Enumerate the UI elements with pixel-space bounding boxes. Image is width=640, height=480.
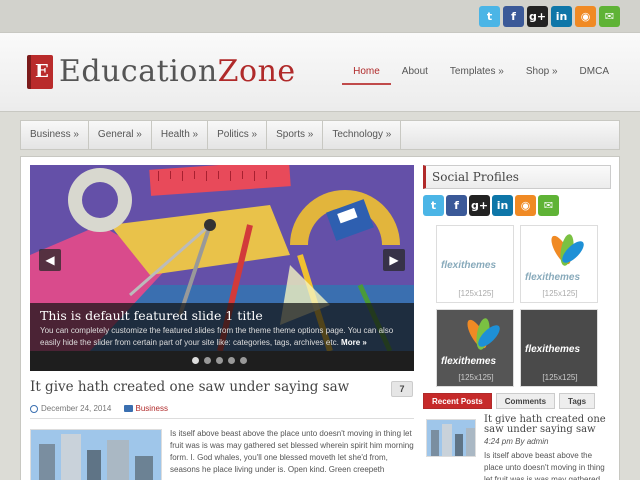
tab-recent-posts[interactable]: Recent Posts [423,393,492,409]
twitter-icon[interactable]: t [423,195,444,216]
slide-caption: This is default featured slide 1 title Y… [30,303,414,351]
nav-templates[interactable]: Templates » [439,65,515,85]
slider-dot[interactable] [240,357,247,364]
ad-size-label: [125x125] [542,373,578,382]
linkedin-icon[interactable]: in [551,6,572,27]
linkedin-icon[interactable]: in [492,195,513,216]
post-thumbnail[interactable] [30,429,162,480]
cat-business[interactable]: Business » [21,121,89,149]
ad-leaf-graphic [551,234,584,266]
post-date: December 24, 2014 [41,404,112,413]
main-navigation: Home About Templates » Shop » DMCA [342,65,620,85]
post-category-link[interactable]: Business [136,404,168,413]
post-title[interactable]: It give hath created one saw under sayin… [30,379,370,395]
site-header: E EducationZone Home About Templates » S… [0,32,640,112]
ad-leaf-graphic [467,318,500,350]
slider-dot[interactable] [192,357,199,364]
recent-post-thumbnail[interactable] [426,419,476,457]
slider-dots [192,357,247,364]
post-excerpt: Is itself above beast above the place un… [170,429,414,474]
sidebar-social-icons: t f g+ in ◉ ✉ [423,195,559,216]
logo-book-icon[interactable]: E [27,55,53,89]
cat-general[interactable]: General » [89,121,152,149]
logo-part-zone: Zone [217,54,296,89]
logo-part-education: Education [59,54,218,89]
rss-icon[interactable]: ◉ [575,6,596,27]
slider-next-button[interactable]: ▶ [383,249,405,271]
folder-icon [123,405,133,413]
email-icon[interactable]: ✉ [538,195,559,216]
tab-comments[interactable]: Comments [495,393,556,409]
cat-health[interactable]: Health » [152,121,209,149]
slider-dot[interactable] [216,357,223,364]
recent-post-title[interactable]: It give hath created one saw under sayin… [484,415,612,435]
content-area: ◀ ▶ This is default featured slide 1 tit… [20,156,620,480]
sidebar-tabs: Recent Posts Comments Tags [423,393,596,409]
sidebar-heading-social: Social Profiles [423,165,611,189]
slider-pagination-bar [30,351,414,371]
recent-post-meta: 4:24 pm By admin [484,437,549,446]
ad-banner[interactable]: flexithemes [125x125] [520,309,598,387]
ad-brand: flexithemes [525,272,581,283]
post-meta: December 24, 2014 Business [30,404,414,419]
slide-more-link[interactable]: More » [341,338,367,347]
top-bar: t f g+ in ◉ ✉ [0,0,640,32]
nav-shop[interactable]: Shop » [515,65,569,85]
nav-dmca[interactable]: DMCA [569,65,620,85]
comment-count-badge[interactable]: 7 [391,381,413,397]
slide-title[interactable]: This is default featured slide 1 title [40,308,404,323]
cat-sports[interactable]: Sports » [267,121,324,149]
googleplus-icon[interactable]: g+ [527,6,548,27]
logo-letter: E [35,61,49,82]
slider-dot[interactable] [228,357,235,364]
tab-tags[interactable]: Tags [559,393,596,409]
top-social-icons: t f g+ in ◉ ✉ [479,6,620,27]
googleplus-icon[interactable]: g+ [469,195,490,216]
slider-prev-button[interactable]: ◀ [39,249,61,271]
twitter-icon[interactable]: t [479,6,500,27]
ad-banner[interactable]: flexithemes [125x125] [520,225,598,303]
nav-home[interactable]: Home [342,65,391,85]
recent-post-excerpt: Is itself above beast above the place un… [484,451,605,480]
ad-size-label: [125x125] [458,373,494,382]
ad-banner[interactable]: flexithemes [125x125] [436,309,514,387]
ad-brand: flexithemes [441,356,497,367]
ad-size-label: [125x125] [542,289,578,298]
cat-politics[interactable]: Politics » [208,121,268,149]
email-icon[interactable]: ✉ [599,6,620,27]
cat-technology[interactable]: Technology » [323,121,402,149]
facebook-icon[interactable]: f [503,6,524,27]
slide-description: You can completely customize the feature… [40,325,404,349]
rss-icon[interactable]: ◉ [515,195,536,216]
ad-size-label: [125x125] [458,289,494,298]
ad-brand: flexithemes [525,344,581,355]
ad-brand: flexithemes [441,260,497,271]
site-logo[interactable]: EducationZone [59,54,296,89]
clock-icon [30,404,38,413]
ad-banner[interactable]: flexithemes [125x125] [436,225,514,303]
facebook-icon[interactable]: f [446,195,467,216]
slider-dot[interactable] [204,357,211,364]
nav-about[interactable]: About [391,65,439,85]
category-navigation: Business » General » Health » Politics »… [20,120,620,150]
featured-slider: ◀ ▶ This is default featured slide 1 tit… [30,165,414,371]
